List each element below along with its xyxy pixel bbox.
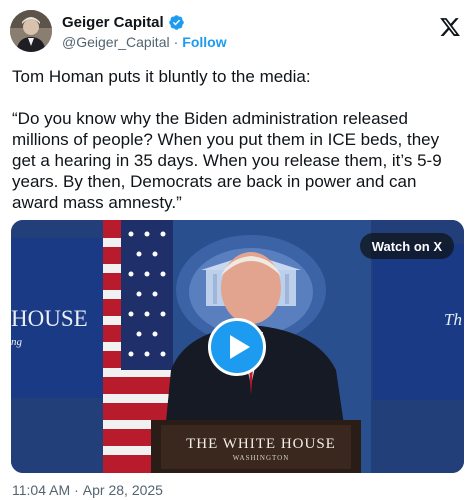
tweet-intro: Tom Homan puts it bluntly to the media: <box>12 67 311 86</box>
follow-button[interactable]: Follow <box>182 34 226 50</box>
timestamp-time: 11:04 AM <box>12 482 71 498</box>
timestamp[interactable]: 11:04 AM · Apr 28, 2025 <box>12 482 163 498</box>
tweet-header: Geiger Capital @Geiger_Capital · Follow <box>10 10 465 54</box>
handle[interactable]: @Geiger_Capital <box>62 34 170 50</box>
tweet-text: Tom Homan puts it bluntly to the media: … <box>12 66 464 213</box>
avatar[interactable] <box>10 10 52 52</box>
backdrop-right-text: Th <box>444 310 462 329</box>
podium-subtitle: WASHINGTON <box>232 454 290 462</box>
podium-title: THE WHITE HOUSE <box>186 436 336 452</box>
backdrop-left-subtext: ng <box>11 336 22 348</box>
play-icon <box>229 335 250 359</box>
separator-dot: · <box>173 34 179 50</box>
tweet-card: Geiger Capital @Geiger_Capital · Follow … <box>0 0 475 500</box>
backdrop-left-text: HOUSE <box>11 306 88 331</box>
display-name[interactable]: Geiger Capital <box>62 14 164 31</box>
timestamp-separator: · <box>74 482 79 498</box>
handle-line: @Geiger_Capital · Follow <box>62 33 227 51</box>
video-player[interactable]: HOUSE ng Th THE WHITE HOUSE WASHINGTON W… <box>11 220 464 473</box>
x-logo-icon[interactable] <box>439 16 461 38</box>
verified-badge-icon <box>168 14 185 31</box>
watch-on-x-button[interactable]: Watch on X <box>359 233 454 259</box>
name-line: Geiger Capital <box>62 12 185 32</box>
tweet-quote: “Do you know why the Biden administratio… <box>12 109 442 212</box>
timestamp-date: Apr 28, 2025 <box>82 482 163 498</box>
play-button[interactable] <box>208 318 266 376</box>
